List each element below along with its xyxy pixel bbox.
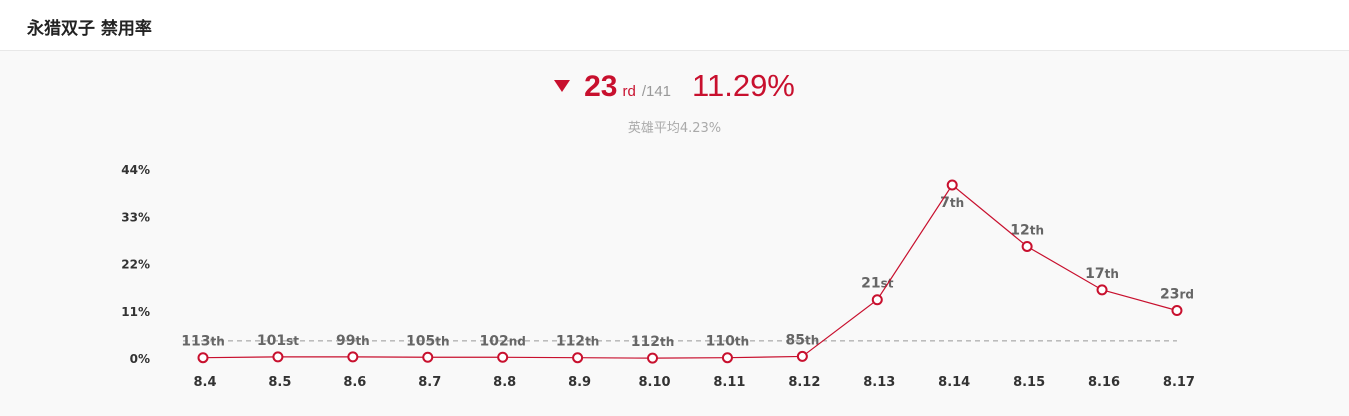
x-tick-label: 8.15 xyxy=(1013,375,1045,390)
point-rank-label: 99th xyxy=(336,333,370,349)
point-rank-label: 23rd xyxy=(1160,287,1194,303)
data-point xyxy=(1096,284,1108,296)
point-rank-label: 17th xyxy=(1085,266,1119,282)
point-rank-label: 112th xyxy=(556,334,600,350)
y-tick-label: 0% xyxy=(130,352,150,366)
data-point xyxy=(197,352,209,364)
point-rank-label: 105th xyxy=(406,333,450,349)
data-point xyxy=(946,179,958,191)
data-point xyxy=(422,351,434,363)
x-tick-label: 8.13 xyxy=(863,375,895,390)
x-tick-label: 8.16 xyxy=(1088,375,1120,390)
point-rank-label: 112th xyxy=(631,334,675,350)
x-tick-label: 8.11 xyxy=(713,375,745,390)
point-rank-label: 101st xyxy=(257,333,299,349)
data-point xyxy=(721,352,733,364)
y-tick-label: 44% xyxy=(121,163,150,177)
data-point xyxy=(647,352,659,364)
point-rank-label: 113th xyxy=(181,334,225,350)
x-tick-label: 8.8 xyxy=(493,375,516,390)
x-tick-label: 8.4 xyxy=(193,375,216,390)
x-tick-label: 8.14 xyxy=(938,375,970,390)
point-rank-label: 85th xyxy=(785,332,819,348)
data-point xyxy=(572,352,584,364)
x-tick-label: 8.17 xyxy=(1163,375,1195,390)
x-tick-label: 8.6 xyxy=(343,375,366,390)
y-tick-label: 22% xyxy=(121,258,150,272)
data-point xyxy=(1171,305,1183,317)
point-rank-label: 102nd xyxy=(479,333,525,349)
data-point xyxy=(1021,240,1033,252)
x-tick-label: 8.10 xyxy=(638,375,670,390)
point-rank-label: 110th xyxy=(706,334,750,350)
y-tick-label: 33% xyxy=(121,210,150,224)
x-tick-label: 8.9 xyxy=(568,375,591,390)
x-tick-label: 8.7 xyxy=(418,375,441,390)
data-point xyxy=(347,351,359,363)
point-rank-label: 21st xyxy=(861,276,894,292)
ban-rate-line-chart: 0% 11% 22% 33% 44% 8.4 8.5 8.6 8.7 8.8 8.9 8.10 8.11… xyxy=(121,163,1195,390)
data-point xyxy=(871,294,883,306)
x-tick-label: 8.12 xyxy=(788,375,820,390)
data-point xyxy=(796,350,808,362)
x-tick-label: 8.5 xyxy=(268,375,291,390)
ban-rate-panel: 永猎双子 禁用率 23 rd /141 11.29% 英雄平均4.23% 0% 1… xyxy=(0,0,1349,416)
data-point xyxy=(272,351,284,363)
data-point xyxy=(497,351,509,363)
y-tick-label: 11% xyxy=(121,305,150,319)
